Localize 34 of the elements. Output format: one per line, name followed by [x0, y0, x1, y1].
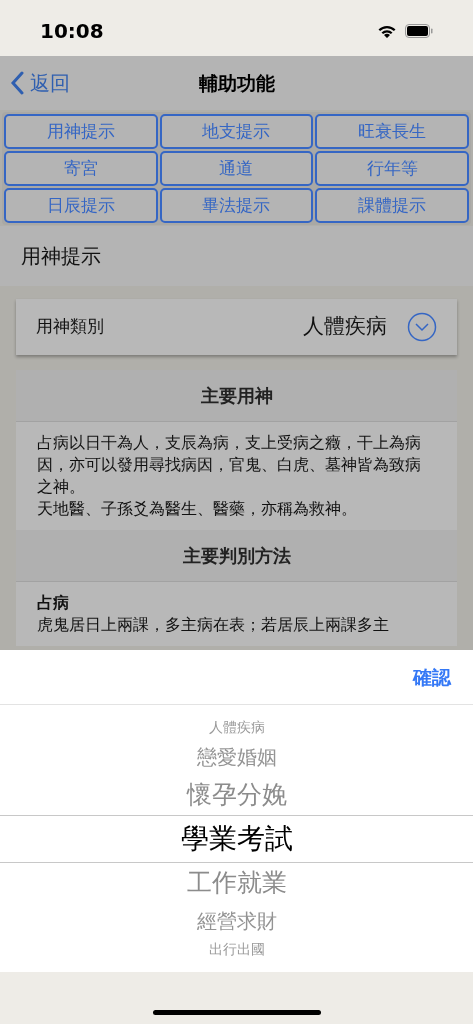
wifi-icon — [377, 23, 397, 39]
section-heading: 主要判別方法 — [182, 544, 291, 568]
back-chevron-icon — [10, 71, 24, 95]
picker-option[interactable]: 出行出國 — [208, 938, 265, 961]
tab-button[interactable]: 畢法提示 — [159, 188, 314, 223]
section-title: 用神提示 — [21, 243, 101, 270]
picker-option[interactable]: 工作就業 — [186, 862, 287, 903]
subheading: 占病 — [37, 592, 70, 614]
tab-button[interactable]: 地支提示 — [159, 114, 314, 149]
dropdown-chevron-icon — [407, 312, 437, 342]
status-time: 10:08 — [40, 18, 104, 45]
paragraph: 占病以日干為人，支辰為病，支上受病之癥，干上為病因，亦可以發用尋找病因，官鬼、白虎、墓神皆為致病之神。 — [37, 432, 422, 498]
tab-button[interactable]: 寄宮 — [4, 151, 158, 186]
picker-option[interactable]: 學業考試 — [0, 814, 473, 863]
nav-title: 輔助功能 — [198, 70, 275, 96]
category-selector[interactable]: 用神類別 人體疾病 — [16, 299, 457, 355]
paragraph: 虎鬼居日上兩課，多主病在表；若居辰上兩課多主 — [37, 614, 390, 636]
back-button[interactable]: 返回 — [0, 68, 70, 98]
section-heading: 主要用神 — [200, 384, 273, 408]
tab-button[interactable]: 通道 — [159, 151, 314, 186]
tab-button[interactable]: 旺衰長生 — [315, 114, 469, 149]
tab-button[interactable]: 課體提示 — [315, 188, 469, 223]
picker-option[interactable]: 戀愛婚姻 — [196, 738, 277, 775]
picker-option[interactable]: 人體疾病 — [208, 716, 265, 739]
tab-button[interactable]: 日辰提示 — [4, 188, 158, 223]
category-label: 用神類別 — [36, 315, 104, 339]
confirm-button[interactable]: 確認 — [413, 662, 451, 692]
paragraph: 天地醫、子孫爻為醫生、醫藥，亦稱為救神。 — [37, 498, 358, 520]
battery-icon — [405, 24, 433, 38]
picker-option[interactable]: 懷孕分娩 — [186, 774, 287, 815]
category-value: 人體疾病 — [303, 313, 387, 341]
tab-button[interactable]: 行年等 — [315, 151, 469, 186]
tab-button[interactable]: 用神提示 — [4, 114, 158, 149]
picker-option[interactable]: 經營求財 — [196, 902, 277, 939]
